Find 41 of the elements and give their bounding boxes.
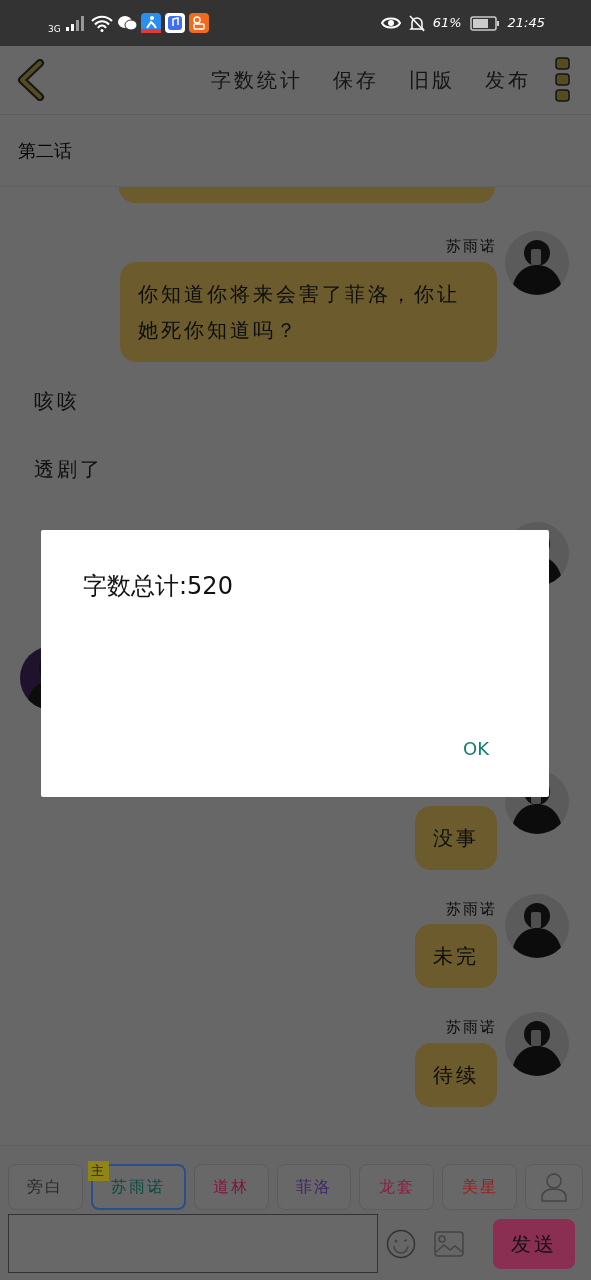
back-icon[interactable] [16,59,46,101]
speaker-name: 苏雨诺 [446,898,497,920]
message-input[interactable] [8,1214,378,1273]
fitness-app-icon [140,13,161,33]
speaker-name: 苏雨诺 [446,236,497,257]
chapter-title: 第二话 [18,139,72,163]
chat-app-icon [116,15,137,31]
chat-bubble: 你知道你将来会害了菲洛，你让她死你知道吗？ [120,261,497,362]
wifi-icon [90,14,113,32]
signal-icon [64,15,87,31]
send-button[interactable]: 发送 [493,1218,575,1269]
toolbar-action[interactable]: 保存 [333,65,379,95]
battery-percent: 61% [432,14,462,33]
toolbar-action[interactable]: 字数统计 [211,65,303,95]
main-badge: 主 [87,1161,109,1181]
music-app-icon [164,13,185,33]
chat-bubble: 没事 [415,805,497,870]
character-tab[interactable]: 菲洛 [276,1164,352,1210]
toolbar-action[interactable]: 旧版 [409,65,455,95]
word-count-message: 字数总计:520 [83,571,233,602]
clock: 21:45 [507,14,545,33]
character-tab[interactable]: 道林 [193,1164,269,1210]
muted-bell-icon [408,14,425,32]
chat-bubble: 未完 [415,924,497,988]
video-app-icon [188,13,209,33]
user-button[interactable] [525,1164,583,1210]
character-tab[interactable]: 旁白 [8,1164,83,1210]
image-icon[interactable] [434,1230,464,1257]
emoji-icon[interactable] [386,1228,416,1259]
speaker-name: 苏雨诺 [446,1017,497,1038]
chat-bubble: 待续 [415,1042,497,1107]
narration-text: 咳咳 [33,387,81,415]
eye-icon [380,16,401,30]
ok-button[interactable]: OK [463,735,489,762]
narration-text: 透剧了 [33,455,104,483]
user-icon [541,1172,568,1202]
character-tab[interactable]: 苏雨诺 主 [90,1164,186,1210]
menu-icon[interactable] [555,57,571,103]
network-type: 3G [48,23,61,37]
battery-icon [469,15,500,31]
toolbar-action[interactable]: 发布 [485,65,531,95]
